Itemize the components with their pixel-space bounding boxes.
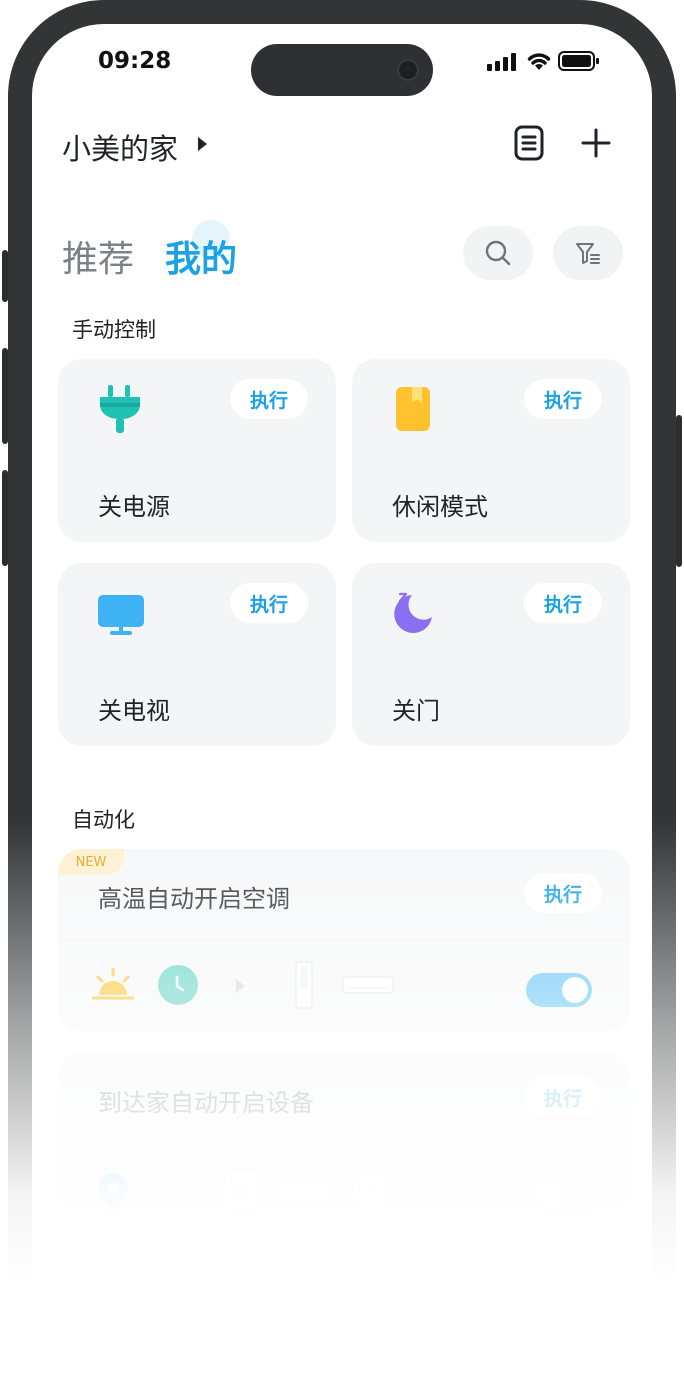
new-badge: NEW (58, 849, 124, 875)
automation-toggle[interactable] (526, 973, 592, 1007)
volume-down-button (2, 470, 8, 566)
filter-icon (576, 243, 600, 264)
arrow-icon (174, 1187, 183, 1201)
air-conditioner-tower-icon (295, 961, 313, 1009)
scene-card-tv-off[interactable]: 执行 关电视 (58, 563, 336, 746)
wifi-icon (527, 53, 551, 70)
scene-card-power-off[interactable]: 执行 关电源 (58, 359, 336, 542)
tv-icon (98, 595, 144, 635)
execute-button[interactable]: 执行 (524, 379, 602, 419)
log-list-icon[interactable] (514, 125, 544, 161)
execute-button[interactable]: 执行 (230, 583, 308, 623)
divider (58, 1143, 630, 1144)
filter-button[interactable] (553, 226, 623, 280)
status-time: 09:28 (98, 48, 172, 74)
moon-icon (394, 592, 432, 633)
execute-button[interactable]: 执行 (230, 379, 308, 419)
scene-card-close-door[interactable]: 执行 关门 (352, 563, 630, 746)
dynamic-island (251, 44, 433, 96)
rice-cooker-icon (353, 1170, 387, 1206)
search-button[interactable] (463, 226, 533, 280)
automation-title: 到达家自动开启设备 (98, 1089, 314, 1117)
toggle-knob (536, 1181, 562, 1207)
execute-button[interactable]: 执行 (524, 583, 602, 623)
scene-label: 关门 (392, 697, 440, 725)
volume-up-button (2, 348, 8, 444)
automation-card-high-temp[interactable]: NEW 高温自动开启空调 执行 (58, 849, 630, 1032)
tab-recommend[interactable]: 推荐 (62, 230, 134, 282)
tab-mine[interactable]: 我的 (165, 230, 237, 282)
scene-label: 关电视 (98, 697, 170, 725)
air-conditioner-wall-icon (342, 976, 394, 994)
execute-button[interactable]: 执行 (524, 873, 602, 913)
section-automation-title: 自动化 (72, 808, 135, 832)
clock-icon (158, 965, 198, 1005)
app-screen: 09:28 小美的家 推荐 我的 手动控制 执行 关电源 执行 休闲模式 执行 … (32, 24, 652, 1398)
scene-label: 关电源 (98, 493, 170, 521)
washing-machine-icon (224, 1169, 258, 1209)
mute-switch (2, 250, 8, 302)
signal-icon (487, 53, 516, 71)
toggle-knob (562, 977, 588, 1003)
arrow-icon (236, 979, 245, 993)
divider (58, 939, 630, 940)
camera-icon (397, 59, 419, 81)
section-manual-title: 手动控制 (72, 318, 156, 342)
scene-card-leisure-mode[interactable]: 执行 休闲模式 (352, 359, 630, 542)
execute-button[interactable]: 执行 (524, 1077, 602, 1117)
book-icon (396, 387, 430, 431)
plug-icon (100, 385, 140, 433)
automation-card-arrive-home[interactable]: 到达家自动开启设备 执行 (58, 1053, 630, 1236)
power-button (676, 415, 682, 567)
battery-icon (558, 51, 599, 71)
home-name[interactable]: 小美的家 (62, 126, 178, 168)
automation-title: 高温自动开启空调 (98, 885, 290, 913)
location-pin-icon (98, 1173, 128, 1212)
scene-label: 休闲模式 (392, 493, 488, 521)
automation-toggle[interactable] (532, 1177, 598, 1211)
air-conditioner-wall-icon (276, 1180, 332, 1198)
home-switch-arrow-icon[interactable] (198, 137, 207, 151)
sun-icon (92, 967, 134, 1000)
search-icon (485, 240, 511, 266)
add-icon[interactable] (581, 128, 611, 158)
